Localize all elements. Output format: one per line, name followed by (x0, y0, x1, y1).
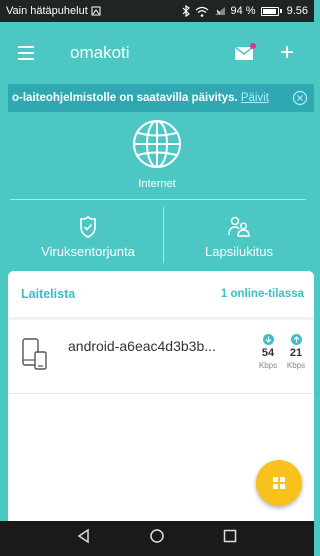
device-list-header[interactable]: Laitelista 1 online-tilassa (8, 271, 314, 317)
update-link[interactable]: Päivit (241, 92, 269, 104)
family-icon (228, 216, 250, 237)
menu-icon[interactable] (18, 42, 40, 64)
download-icon (262, 334, 274, 345)
update-banner: o-laiteohjelmistolle on saatavilla päivi… (8, 84, 314, 112)
notification-dot (250, 43, 256, 49)
screenshot-icon (91, 6, 101, 16)
signal-icon (214, 6, 226, 16)
device-name: android-a6eac4d3b3b... (68, 338, 216, 354)
app-toolbar: omakoti + (0, 22, 314, 84)
antivirus-button[interactable]: Viruksentorjunta (13, 216, 163, 259)
home-icon[interactable] (149, 528, 165, 549)
clock: 9.56 (286, 5, 308, 17)
download-value: 54 (261, 347, 275, 359)
battery-percent: 94 % (230, 5, 256, 17)
shield-icon (80, 216, 96, 238)
divider (10, 199, 306, 200)
upload-rate: 21 Kbps (283, 334, 309, 370)
device-row[interactable]: android-a6eac4d3b3b... 54 Kbps 21 Kbps (8, 320, 314, 394)
online-count: 1 online-tilassa (220, 288, 304, 300)
apps-fab-button[interactable] (256, 460, 302, 506)
upload-value: 21 (289, 347, 303, 359)
battery-icon (260, 6, 279, 16)
close-banner-button[interactable] (286, 90, 314, 106)
wifi-icon (195, 6, 209, 17)
divider (8, 393, 314, 394)
system-nav-bar (0, 521, 314, 556)
carrier-text: Vain hätäpuhelut (6, 5, 88, 17)
download-rate: 54 Kbps (255, 334, 281, 370)
status-bar: Vain hätäpuhelut 94 % 9.56 (0, 0, 314, 22)
battery-tip (279, 9, 282, 13)
upload-icon (290, 334, 302, 345)
recents-icon[interactable] (222, 528, 238, 549)
add-button[interactable]: + (278, 41, 296, 65)
device-list-title: Laitelista (21, 287, 76, 301)
antivirus-label: Viruksentorjunta (41, 244, 135, 259)
parental-label: Lapsilukitus (205, 244, 273, 259)
download-unit: Kbps (258, 361, 278, 370)
globe-icon (133, 120, 181, 168)
parental-controls-button[interactable]: Lapsilukitus (164, 216, 314, 259)
messages-button[interactable] (232, 41, 256, 65)
upload-unit: Kbps (286, 361, 306, 370)
internet-status[interactable]: Internet (0, 118, 314, 190)
devices-icon (22, 338, 47, 370)
bluetooth-icon (182, 5, 190, 17)
app-title: omakoti (70, 43, 130, 62)
grid-icon (273, 477, 285, 489)
banner-text: o-laiteohjelmistolle on saatavilla päivi… (12, 92, 238, 104)
internet-label: Internet (138, 178, 176, 190)
back-icon[interactable] (76, 528, 92, 549)
close-icon (292, 90, 308, 106)
